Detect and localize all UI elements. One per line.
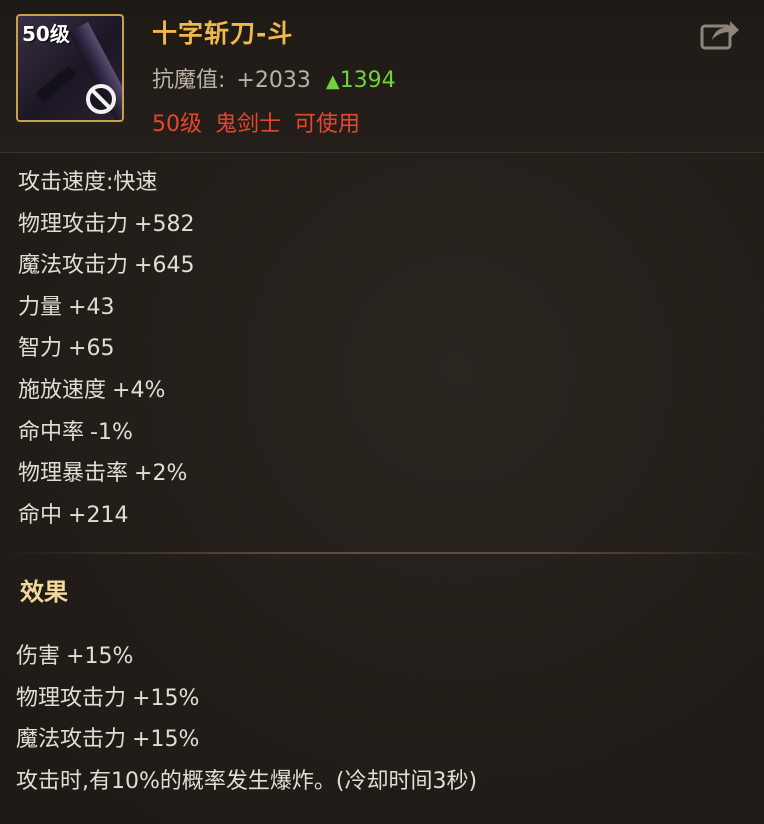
stat-value: +2% [134,461,188,487]
requirement-status: 可使用 [294,112,361,137]
effect-label: 伤害 [16,644,61,669]
resist-value: +2033 [236,68,311,93]
resist-label: 抗魔值: [152,68,226,93]
stat-row: 攻击速度:快速 [18,162,194,204]
stat-value: +582 [134,211,195,237]
effect-value: +15% [132,727,200,752]
katana-hilt-icon [35,65,77,103]
stat-row: 施放速度 +4% [18,370,194,412]
stat-value: +645 [134,253,195,279]
stat-row: 智力 +65 [18,328,194,370]
effect-row: 攻击时,有10%的概率发生爆炸。(冷却时间3秒) [16,761,477,803]
ban-icon [86,84,116,114]
stat-row: 力量 +43 [18,287,194,329]
stats-list: 攻击速度:快速 物理攻击力 +582 魔法攻击力 +645 力量 +43 智力 +65 … [18,162,194,536]
stat-row: 魔法攻击力 +645 [18,245,194,287]
effect-row: 魔法攻击力 +15% [16,719,477,761]
effect-row: 物理攻击力 +15% [16,678,477,720]
effect-section-title: 效果 [20,578,68,606]
stat-value: +43 [68,294,115,320]
stat-row: 命中率 -1% [18,412,194,454]
requirement-level: 50级 [152,112,202,137]
level-badge: 50级 [22,22,70,46]
item-name: 十字斩刀-斗 [152,19,294,48]
stat-label: 智力 [18,336,63,362]
stat-label: 力量 [18,294,63,320]
stat-row: 物理攻击力 +582 [18,204,194,246]
up-arrow-icon: ▲ [325,71,340,92]
stat-value: +4% [112,377,166,403]
stat-label: 施放速度 [18,377,107,403]
stat-value: +214 [68,502,129,528]
effect-label: 攻击时,有10%的概率发生爆炸。(冷却时间3秒) [16,768,478,794]
stat-label: 魔法攻击力 [18,253,129,279]
requirement-row: 50级 鬼剑士 可使用 [152,106,366,138]
stat-label: 物理暴击率 [18,461,129,487]
item-icon-frame[interactable]: 50级 [16,14,124,122]
stat-row: 物理暴击率 +2% [18,453,194,495]
effect-value: +15% [66,644,134,669]
stat-row: 命中 +214 [18,495,194,537]
effect-label: 魔法攻击力 [16,727,127,752]
stat-value: -1% [90,419,133,445]
tooltip-header: 50级 十字斩刀-斗 抗魔值: +2033 ▲1394 50级 鬼剑士 可使用 [0,0,764,153]
stat-label: 攻击速度: [18,170,114,195]
magic-resist-row: 抗魔值: +2033 ▲1394 [152,62,396,94]
effect-label: 物理攻击力 [16,685,127,711]
item-tooltip: 50级 十字斩刀-斗 抗魔值: +2033 ▲1394 50级 鬼剑士 可使用 … [0,0,764,824]
resist-delta-value: 1394 [339,68,396,93]
stat-label: 物理攻击力 [18,211,129,237]
stat-label: 命中 [18,502,63,528]
effects-list: 伤害 +15% 物理攻击力 +15% 魔法攻击力 +15% 攻击时,有10%的概率发生… [16,636,477,802]
effect-value: +15% [132,685,200,711]
section-divider [0,552,764,554]
share-icon[interactable] [700,18,740,50]
resist-delta: ▲1394 [326,68,396,93]
stat-value: +65 [68,336,115,362]
stat-label: 命中率 [18,419,85,445]
effect-row: 伤害 +15% [16,636,477,678]
stat-value: 快速 [113,170,158,195]
requirement-class: 鬼剑士 [215,112,282,137]
